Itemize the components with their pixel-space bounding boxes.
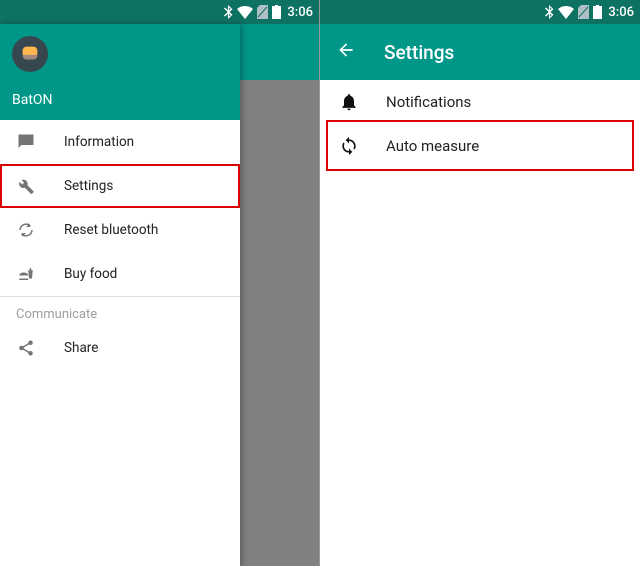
sim-icon <box>578 5 589 19</box>
drawer-header: BatON <box>0 24 240 120</box>
drawer-section-communicate: Communicate <box>0 296 240 326</box>
nav-item-label: Settings <box>64 178 113 194</box>
sync-icon <box>338 136 360 156</box>
app-name: BatON <box>12 92 228 108</box>
highlight-box <box>0 164 240 208</box>
nav-item-label: Buy food <box>64 266 117 282</box>
setting-auto-measure[interactable]: Auto measure <box>320 124 640 168</box>
sim-icon <box>257 5 268 19</box>
wifi-icon <box>237 6 253 19</box>
status-bar: 3:06 <box>0 0 319 24</box>
highlight-box <box>326 120 634 171</box>
nav-item-label: Reset bluetooth <box>64 222 158 238</box>
setting-notifications[interactable]: Notifications <box>320 80 640 124</box>
status-time: 3:06 <box>608 5 634 20</box>
back-button[interactable] <box>336 40 356 64</box>
nav-item-label: Share <box>64 340 98 356</box>
nav-item-reset-bluetooth[interactable]: Reset bluetooth <box>0 208 240 252</box>
settings-list: Notifications Auto measure <box>320 80 640 168</box>
setting-label: Auto measure <box>386 137 479 155</box>
drawer-list: Information Settings Reset bluetooth Buy… <box>0 120 240 566</box>
status-time: 3:06 <box>287 5 313 20</box>
reset-icon <box>16 221 36 239</box>
nav-item-information[interactable]: Information <box>0 120 240 164</box>
bell-icon <box>338 92 360 112</box>
nav-item-buy-food[interactable]: Buy food <box>0 252 240 296</box>
message-icon <box>16 133 36 151</box>
nav-item-settings[interactable]: Settings <box>0 164 240 208</box>
status-bar: 3:06 <box>320 0 640 24</box>
phone-left: 3:06 BatON Information Settings Reset bl… <box>0 0 320 566</box>
bluetooth-icon <box>544 5 554 19</box>
app-bar: Settings <box>320 24 640 80</box>
share-icon <box>16 339 36 357</box>
page-title: Settings <box>384 41 454 64</box>
battery-icon <box>272 5 281 19</box>
nav-item-share[interactable]: Share <box>0 326 240 370</box>
battery-icon <box>593 5 602 19</box>
app-icon <box>12 36 48 72</box>
nav-item-label: Information <box>64 134 134 150</box>
phone-right: 3:06 Settings Notifications Auto measure <box>320 0 640 566</box>
food-icon <box>16 265 36 283</box>
bluetooth-icon <box>223 5 233 19</box>
wrench-icon <box>16 177 36 195</box>
scrim <box>240 80 319 566</box>
wifi-icon <box>558 6 574 19</box>
setting-label: Notifications <box>386 93 471 111</box>
nav-drawer: BatON Information Settings Reset bluetoo… <box>0 24 240 566</box>
